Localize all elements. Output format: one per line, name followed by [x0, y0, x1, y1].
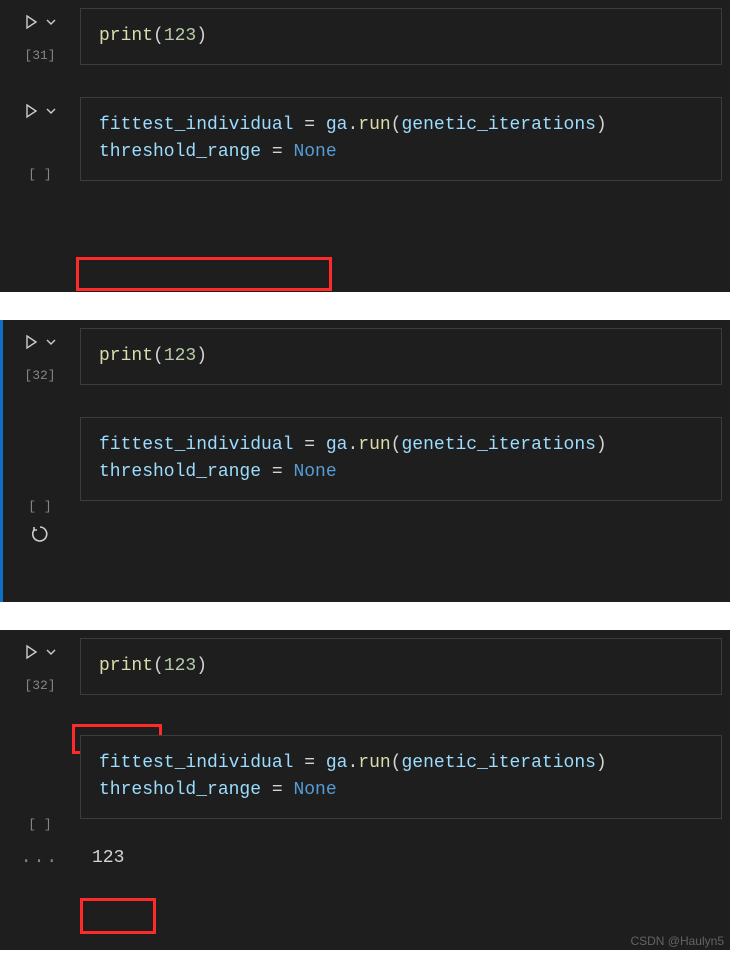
code-cell: [ ] fittest_individual = ga.run(genetic_…: [0, 727, 730, 878]
cell-gutter: [32]: [0, 630, 80, 693]
execution-count: [31]: [24, 48, 55, 63]
execution-count: [32]: [24, 368, 55, 383]
chevron-down-icon[interactable]: [45, 16, 57, 28]
chevron-down-icon[interactable]: [45, 646, 57, 658]
run-controls[interactable]: [23, 644, 57, 660]
play-icon[interactable]: [23, 14, 39, 30]
play-icon[interactable]: [23, 103, 39, 119]
code-editor[interactable]: print(123): [80, 8, 722, 65]
spinner-icon: [31, 525, 49, 543]
code-line: print(123): [99, 343, 703, 370]
cell-gutter: [ ]: [0, 409, 80, 514]
code-editor[interactable]: fittest_individual = ga.run(genetic_iter…: [80, 735, 722, 819]
play-icon[interactable]: [23, 334, 39, 350]
run-controls[interactable]: [23, 14, 57, 30]
code-line: threshold_range = None: [99, 139, 703, 166]
cell-gutter: [ ]: [0, 727, 80, 832]
ellipsis-icon[interactable]: ...: [21, 848, 59, 868]
execution-count: [ ]: [28, 167, 51, 182]
cell-row: [ ] fittest_individual = ga.run(genetic_…: [0, 727, 730, 832]
code-editor[interactable]: fittest_individual = ga.run(genetic_iter…: [80, 417, 722, 501]
cell-row: [ ] fittest_individual = ga.run(genetic_…: [0, 89, 730, 182]
play-icon[interactable]: [23, 644, 39, 660]
cell-output: 123: [80, 842, 730, 874]
code-line: print(123): [99, 653, 703, 680]
output-gutter: ...: [0, 848, 80, 868]
execution-count: [ ]: [28, 499, 51, 514]
cell-gutter: [32]: [0, 320, 80, 383]
chevron-down-icon[interactable]: [45, 336, 57, 348]
highlight-box: [76, 257, 332, 291]
run-controls[interactable]: [23, 334, 57, 350]
cell-row: [ ] fittest_individual = ga.run(genetic_…: [0, 409, 730, 514]
code-editor[interactable]: print(123): [80, 638, 722, 695]
cell-gutter: [ ]: [0, 89, 80, 182]
execution-count: [ ]: [28, 817, 51, 832]
cell-row: [32] print(123): [0, 320, 730, 385]
run-controls[interactable]: [23, 103, 57, 119]
code-line: print(123): [99, 23, 703, 50]
output-row: [0, 514, 730, 554]
watermark: CSDN @Haulyn5: [630, 934, 724, 948]
notebook-panel-1: [31] print(123) 0.0s [ ] fittest_individ…: [0, 0, 730, 292]
notebook-panel-2: [32] print(123) 0.0s [ ] fittest_individ…: [0, 320, 730, 602]
code-line: threshold_range = None: [99, 777, 703, 804]
cell-row: [31] print(123): [0, 0, 730, 65]
cell-gutter: [31]: [0, 0, 80, 63]
code-cell: [32] print(123) 0.0s: [0, 320, 730, 389]
code-cell: [ ] fittest_individual = ga.run(genetic_…: [0, 89, 730, 182]
code-line: fittest_individual = ga.run(genetic_iter…: [99, 112, 703, 139]
code-line: fittest_individual = ga.run(genetic_iter…: [99, 432, 703, 459]
execution-count: [32]: [24, 678, 55, 693]
code-cell: [32] print(123) 0.0s: [0, 630, 730, 699]
output-gutter: [0, 525, 80, 543]
code-cell: [31] print(123) 0.0s: [0, 0, 730, 69]
cell-row: [32] print(123): [0, 630, 730, 695]
output-row: ... 123: [0, 838, 730, 878]
code-line: threshold_range = None: [99, 459, 703, 486]
code-editor[interactable]: print(123): [80, 328, 722, 385]
code-line: fittest_individual = ga.run(genetic_iter…: [99, 750, 703, 777]
code-editor[interactable]: fittest_individual = ga.run(genetic_iter…: [80, 97, 722, 181]
chevron-down-icon[interactable]: [45, 105, 57, 117]
highlight-box: [80, 898, 156, 934]
code-cell: [ ] fittest_individual = ga.run(genetic_…: [0, 409, 730, 554]
notebook-panel-3: [32] print(123) 0.0s [ ] fittest_individ…: [0, 630, 730, 950]
